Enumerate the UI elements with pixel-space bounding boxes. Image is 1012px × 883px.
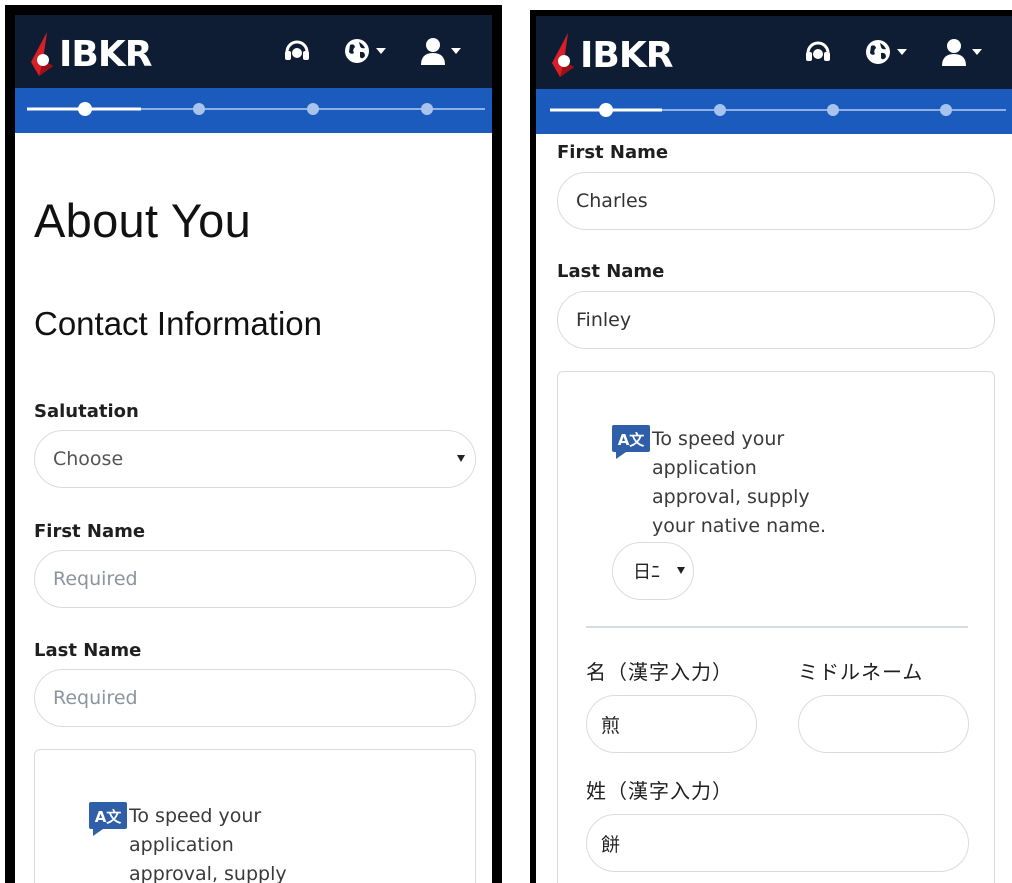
first-name-label: First Name — [34, 521, 146, 542]
last-name-input[interactable]: Finley — [557, 291, 995, 349]
translate-icon: A文 — [612, 425, 650, 459]
native-name-hint: To speed your application approval, supp… — [129, 805, 287, 883]
ibkr-flame-icon — [552, 33, 574, 77]
ibkr-flame-icon — [31, 32, 53, 76]
given-name-kanji-input[interactable]: 煎 — [586, 695, 757, 753]
last-name-placeholder: Required — [53, 687, 138, 709]
progress-step-1-current — [599, 103, 613, 117]
form-content: First Name Charles Last Name Finley A文 T… — [536, 134, 1012, 883]
first-name-value: Charles — [576, 190, 648, 212]
chevron-down-icon — [457, 455, 465, 462]
user-account-icon[interactable] — [420, 37, 461, 65]
chevron-down-icon — [677, 567, 685, 574]
support-headset-icon[interactable] — [804, 38, 832, 66]
middle-name-input[interactable] — [798, 695, 969, 753]
app-header: IBKR — [536, 16, 1012, 89]
step-progress-bar — [536, 89, 1012, 134]
last-name-value: Finley — [576, 309, 632, 331]
last-name-input[interactable]: Required — [34, 669, 476, 727]
family-name-kanji-input[interactable]: 餅 — [586, 814, 969, 872]
right-phone-screenshot: IBKR First Name Charles Last Name Finley… — [530, 10, 1012, 883]
family-name-kanji-label: 姓（漢字入力） — [586, 779, 733, 803]
first-name-label: First Name — [557, 142, 669, 163]
logo-text: IBKR — [59, 33, 152, 75]
native-name-hint: To speed your application approval, supp… — [652, 428, 827, 537]
native-name-card: A文 To speed your application approval, s… — [34, 749, 476, 883]
progress-step-3 — [307, 103, 319, 115]
middle-name-label: ミドルネーム — [798, 660, 924, 684]
native-language-select[interactable]: 日ﾆ — [612, 542, 694, 600]
native-name-card: A文 To speed your application approval, s… — [557, 371, 995, 883]
given-name-kanji-label: 名（漢字入力） — [586, 660, 733, 684]
page-title: About You — [34, 194, 252, 247]
progress-step-3 — [827, 104, 839, 116]
progress-step-2 — [193, 103, 205, 115]
step-progress-bar — [15, 88, 492, 133]
first-name-placeholder: Required — [53, 568, 138, 590]
svg-text:A文: A文 — [95, 808, 123, 826]
given-name-kanji-value: 煎 — [601, 714, 621, 737]
salutation-label: Salutation — [34, 401, 139, 422]
family-name-kanji-value: 餅 — [601, 833, 621, 856]
globe-language-icon[interactable] — [343, 37, 386, 65]
ibkr-logo[interactable]: IBKR — [29, 29, 152, 79]
salutation-value: Choose — [53, 448, 124, 470]
section-title: Contact Information — [34, 305, 322, 342]
user-account-icon[interactable] — [941, 38, 982, 66]
first-name-input[interactable]: Charles — [557, 172, 995, 230]
progress-step-2 — [714, 104, 726, 116]
last-name-label: Last Name — [34, 640, 142, 661]
support-headset-icon[interactable] — [283, 37, 311, 65]
translate-icon: A文 — [89, 802, 127, 836]
native-language-value: 日ﾆ — [633, 562, 660, 583]
left-phone-screenshot: IBKR About You Contact Information Salut… — [5, 5, 502, 883]
ibkr-logo[interactable]: IBKR — [550, 30, 673, 80]
last-name-label: Last Name — [557, 261, 665, 282]
globe-language-icon[interactable] — [864, 38, 907, 66]
svg-text:A文: A文 — [618, 431, 646, 449]
progress-step-4 — [421, 103, 433, 115]
divider — [586, 626, 968, 628]
form-content: About You Contact Information Salutation… — [15, 133, 492, 883]
salutation-select[interactable]: Choose — [34, 430, 476, 488]
app-header: IBKR — [15, 15, 492, 88]
logo-text: IBKR — [580, 34, 673, 76]
progress-step-1-current — [78, 102, 92, 116]
progress-step-4 — [940, 104, 952, 116]
first-name-input[interactable]: Required — [34, 550, 476, 608]
